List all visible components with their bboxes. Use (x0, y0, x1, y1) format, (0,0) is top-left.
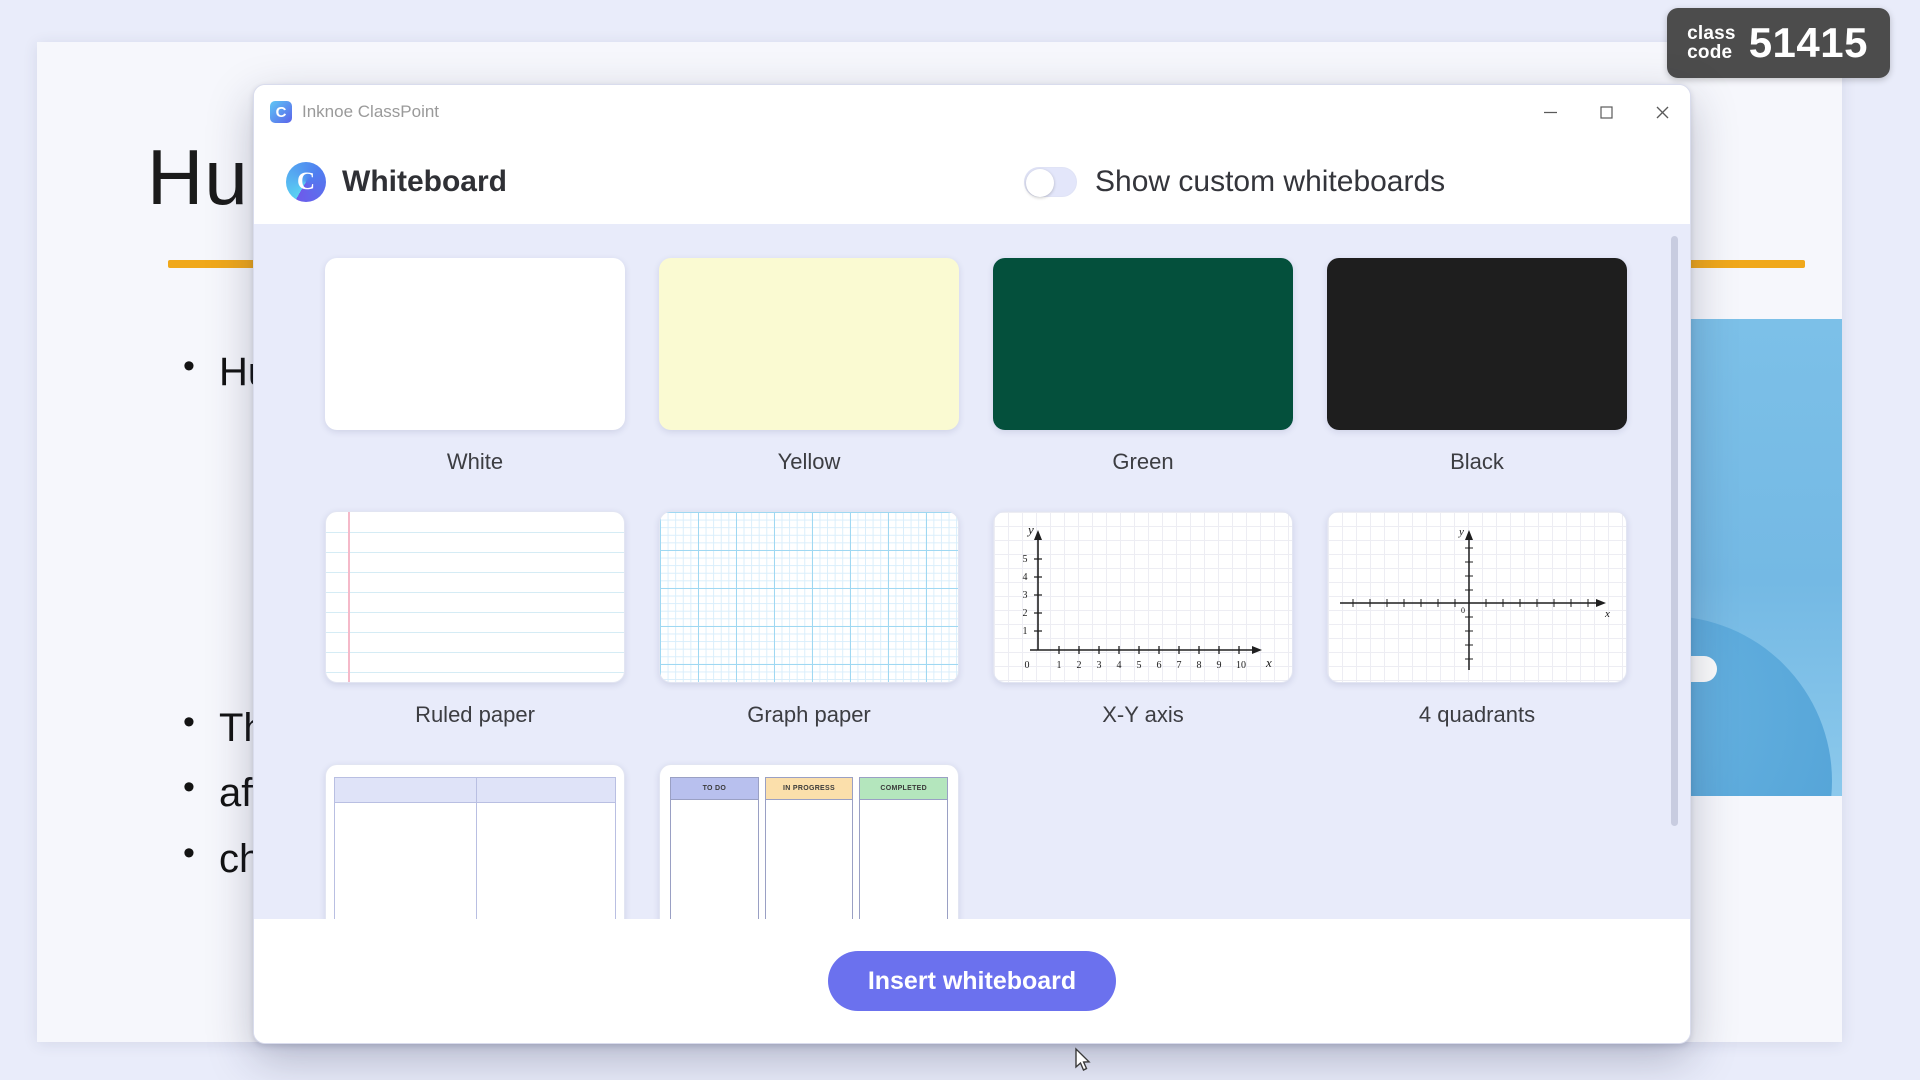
show-custom-whiteboards-control[interactable]: Show custom whiteboards (1024, 165, 1445, 199)
toggle-label: Show custom whiteboards (1095, 164, 1446, 198)
thumbnail-black[interactable] (1327, 258, 1627, 430)
svg-text:5: 5 (1023, 554, 1028, 565)
template-card-table[interactable] (308, 764, 642, 919)
window-title: Inknoe ClassPoint (302, 102, 440, 121)
class-code-label-line2: code (1687, 42, 1733, 63)
template-grid: White Yellow Green Black Ruled paper Gra… (254, 258, 1690, 919)
svg-text:x: x (1265, 655, 1272, 670)
logo-glyph: C (296, 167, 316, 195)
thumbnail-kanban[interactable]: TO DO IN PROGRESS COMPLETED (659, 764, 959, 919)
maximize-icon (1599, 105, 1613, 119)
thumbnail-table[interactable] (325, 764, 625, 919)
thumbnail-4-quadrants[interactable]: y x 0 (1327, 511, 1627, 683)
dialog-footer: Insert whiteboard (254, 919, 1690, 1043)
template-card-white[interactable]: White (308, 258, 642, 475)
app-icon-glyph: C (275, 103, 287, 121)
thumbnail-yellow[interactable] (659, 258, 959, 430)
kanban-column: TO DO (670, 777, 759, 919)
template-caption: Graph paper (747, 702, 871, 727)
template-caption: White (446, 449, 504, 474)
kanban-column-title: IN PROGRESS (765, 778, 853, 800)
svg-text:8: 8 (1197, 660, 1202, 671)
template-card-green[interactable]: Green (976, 258, 1310, 475)
quadrants-graphic: y x 0 (1340, 526, 1610, 670)
svg-text:2: 2 (1023, 608, 1028, 619)
template-caption: Green (1112, 449, 1174, 474)
classpoint-logo-icon: C (286, 161, 326, 202)
template-caption: Ruled paper (415, 702, 535, 727)
svg-text:0: 0 (1025, 660, 1030, 671)
template-caption: X-Y axis (1102, 702, 1184, 727)
close-button[interactable] (1634, 85, 1690, 139)
template-card-graph-paper[interactable]: Graph paper (642, 511, 976, 728)
thumbnail-xy-axis[interactable]: 1 2 3 4 5 0 1 2 3 4 5 6 7 8 9 10 y x (993, 511, 1293, 683)
svg-text:x: x (1604, 608, 1610, 620)
maximize-button[interactable] (1578, 85, 1634, 139)
svg-text:1: 1 (1057, 660, 1062, 671)
svg-text:3: 3 (1097, 660, 1102, 671)
gallery-scrollbar[interactable] (1671, 236, 1678, 907)
class-code-label-line1: class (1687, 22, 1736, 44)
template-card-black[interactable]: Black (1310, 258, 1644, 475)
svg-text:5: 5 (1137, 660, 1142, 671)
class-code-badge[interactable]: class code 51415 (1667, 8, 1890, 78)
panel-title: Whiteboard (342, 164, 507, 198)
kanban-column-title: COMPLETED (860, 778, 948, 800)
template-caption: 4 quadrants (1418, 702, 1536, 727)
template-card-4-quadrants[interactable]: y x 0 4 quadrants (1310, 511, 1644, 728)
svg-text:2: 2 (1077, 660, 1082, 671)
template-caption: Yellow (777, 449, 841, 474)
toggle-knob (1026, 168, 1054, 197)
window-controls (1522, 85, 1690, 139)
slide-title: Hu (147, 133, 249, 221)
thumbnail-ruled-paper[interactable] (325, 511, 625, 683)
kanban-column: COMPLETED (859, 777, 949, 919)
kanban-column: IN PROGRESS (764, 777, 854, 919)
template-card-xy-axis[interactable]: 1 2 3 4 5 0 1 2 3 4 5 6 7 8 9 10 y x X-Y axis (976, 511, 1310, 728)
title-bar[interactable]: C Inknoe ClassPoint (254, 85, 1690, 139)
svg-text:0: 0 (1461, 606, 1465, 615)
screen: Hu Hum The affe char (0, 0, 1920, 1080)
svg-text:7: 7 (1177, 660, 1182, 671)
svg-text:1: 1 (1023, 626, 1028, 637)
panel-header: C Whiteboard Show custom whiteboards (254, 139, 1690, 224)
close-icon (1656, 106, 1668, 118)
svg-text:10: 10 (1236, 660, 1246, 671)
xy-axis-graphic: 1 2 3 4 5 0 1 2 3 4 5 6 7 8 9 10 y x (1023, 522, 1273, 671)
svg-text:4: 4 (1023, 572, 1028, 583)
classpoint-app-icon: C (270, 101, 292, 123)
template-gallery: White Yellow Green Black Ruled paper Gra… (254, 224, 1690, 919)
margin-rule (348, 512, 350, 682)
class-code-label: class code (1687, 22, 1736, 63)
kanban-column-title: TO DO (671, 778, 758, 800)
template-card-yellow[interactable]: Yellow (642, 258, 976, 475)
template-caption: Black (1450, 449, 1504, 474)
template-card-kanban[interactable]: TO DO IN PROGRESS COMPLETED (642, 764, 976, 919)
thumbnail-graph-paper[interactable] (659, 511, 959, 683)
show-custom-whiteboards-toggle[interactable] (1024, 166, 1077, 197)
class-code-value: 51415 (1748, 19, 1868, 66)
svg-text:y: y (1026, 522, 1034, 537)
thumbnail-green[interactable] (993, 258, 1293, 430)
insert-whiteboard-button[interactable]: Insert whiteboard (827, 951, 1117, 1011)
whiteboard-dialog: C Inknoe ClassPoint C Whiteboard Show cu… (253, 84, 1691, 1044)
svg-text:4: 4 (1117, 660, 1122, 671)
svg-text:3: 3 (1023, 590, 1028, 601)
mouse-cursor (1075, 1047, 1091, 1071)
scrollbar-thumb[interactable] (1671, 236, 1678, 826)
svg-text:6: 6 (1157, 660, 1162, 671)
minimize-button[interactable] (1522, 85, 1578, 139)
thumbnail-white[interactable] (325, 258, 625, 430)
svg-text:y: y (1458, 526, 1464, 538)
template-card-ruled-paper[interactable]: Ruled paper (308, 511, 642, 728)
minimize-icon (1543, 111, 1557, 113)
svg-text:9: 9 (1217, 660, 1222, 671)
